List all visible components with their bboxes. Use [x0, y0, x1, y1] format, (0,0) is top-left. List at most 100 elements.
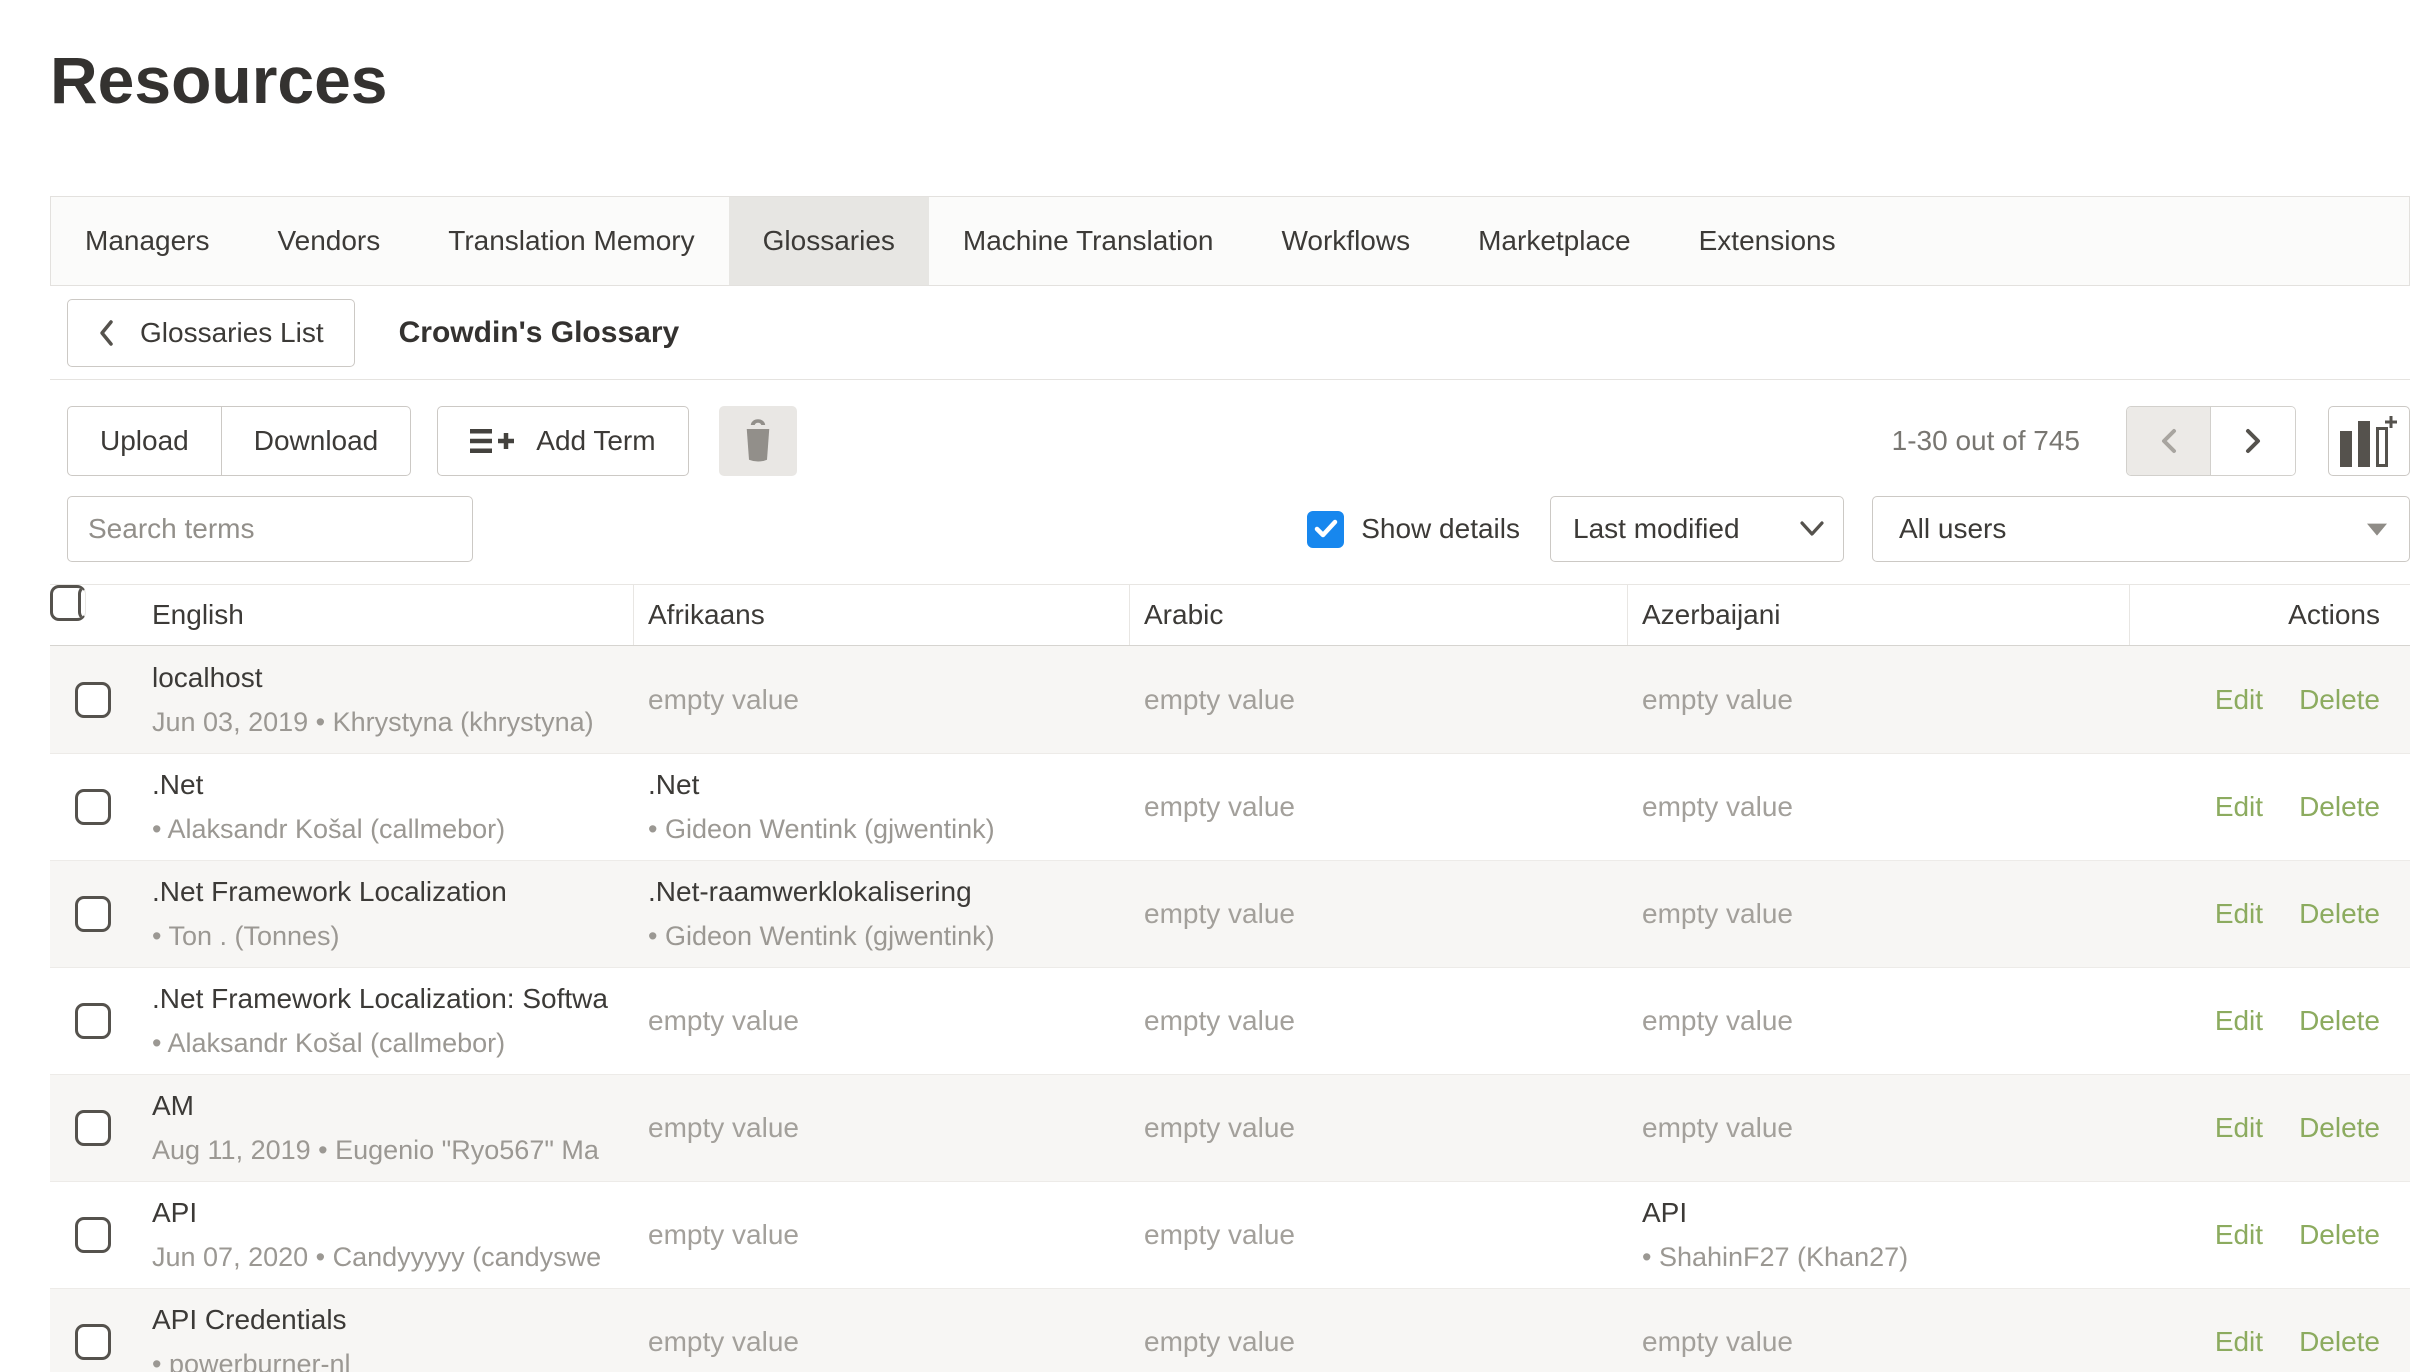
- columns-plus-icon: [2340, 415, 2398, 467]
- tab-translation-memory[interactable]: Translation Memory: [414, 197, 728, 285]
- cell-afrikaans: empty value: [634, 1289, 1130, 1372]
- sort-select[interactable]: Last modified: [1550, 496, 1844, 562]
- term-detail: Jun 07, 2020 • Candyyyyy (candyswe: [152, 1242, 618, 1273]
- manage-columns-button[interactable]: [2328, 406, 2410, 476]
- download-button[interactable]: Download: [222, 406, 412, 476]
- empty-value: empty value: [648, 1219, 1114, 1251]
- row-checkbox[interactable]: [75, 682, 111, 718]
- edit-link[interactable]: Edit: [2215, 898, 2263, 930]
- cell-english: .Net Framework Localization• Ton . (Tonn…: [138, 861, 634, 967]
- term-detail: • Gideon Wentink (gjwentink): [648, 921, 1114, 952]
- cell-actions: Edit Delete: [2130, 861, 2410, 967]
- delete-link[interactable]: Delete: [2299, 684, 2380, 716]
- cell-english: API Credentials• powerburner-nl: [138, 1289, 634, 1372]
- edit-link[interactable]: Edit: [2215, 1219, 2263, 1251]
- table-row: .Net Framework Localization: Softwa• Ala…: [50, 967, 2410, 1074]
- column-header-azerbaijani: Azerbaijani: [1628, 585, 2130, 645]
- table-row: localhostJun 03, 2019 • Khrystyna (khrys…: [50, 646, 2410, 753]
- empty-value: empty value: [648, 684, 1114, 716]
- term-text: .Net: [648, 769, 1114, 801]
- show-details-label[interactable]: Show details: [1361, 513, 1520, 545]
- page-title: Resources: [50, 42, 2410, 118]
- upload-button[interactable]: Upload: [67, 406, 222, 476]
- empty-value: empty value: [648, 1005, 1114, 1037]
- prev-page-button[interactable]: [2127, 407, 2211, 475]
- cell-afrikaans: empty value: [634, 1182, 1130, 1288]
- edit-link[interactable]: Edit: [2215, 684, 2263, 716]
- dropdown-arrow-icon: [2367, 524, 2387, 536]
- term-text: localhost: [152, 662, 618, 694]
- row-checkbox[interactable]: [75, 1217, 111, 1253]
- users-select[interactable]: All users: [1872, 496, 2410, 562]
- next-page-button[interactable]: [2211, 407, 2295, 475]
- row-checkbox[interactable]: [75, 789, 111, 825]
- term-detail: • Ton . (Tonnes): [152, 921, 618, 952]
- table-row: .Net Framework Localization• Ton . (Tonn…: [50, 860, 2410, 967]
- empty-value: empty value: [1144, 1326, 1612, 1358]
- term-detail: • ShahinF27 (Khan27): [1642, 1242, 2114, 1273]
- cell-afrikaans: .Net• Gideon Wentink (gjwentink): [634, 754, 1130, 860]
- show-details-checkbox[interactable]: [1307, 511, 1344, 548]
- empty-value: empty value: [1144, 791, 1612, 823]
- empty-value: empty value: [1642, 1005, 2114, 1037]
- delete-link[interactable]: Delete: [2299, 1326, 2380, 1358]
- edit-link[interactable]: Edit: [2215, 791, 2263, 823]
- glossaries-list-back-button[interactable]: Glossaries List: [67, 299, 355, 367]
- toolbar: Upload Download Add Term 1-3: [50, 406, 2410, 476]
- cell-english: AMAug 11, 2019 • Eugenio "Ryo567" Ma: [138, 1075, 634, 1181]
- empty-value: empty value: [1144, 898, 1612, 930]
- edit-link[interactable]: Edit: [2215, 1005, 2263, 1037]
- chevron-left-icon: [98, 319, 114, 347]
- tab-vendors[interactable]: Vendors: [244, 197, 415, 285]
- row-checkbox[interactable]: [75, 1110, 111, 1146]
- terms-table: English Afrikaans Arabic Azerbaijani Act…: [50, 584, 2410, 1372]
- empty-value: empty value: [1144, 684, 1612, 716]
- empty-value: empty value: [1642, 791, 2114, 823]
- show-details-toggle[interactable]: Show details: [1307, 511, 1520, 548]
- delete-link[interactable]: Delete: [2299, 791, 2380, 823]
- delete-terms-button[interactable]: [719, 406, 797, 476]
- tab-extensions[interactable]: Extensions: [1665, 197, 1870, 285]
- empty-value: empty value: [1642, 1326, 2114, 1358]
- cell-azerbaijani: empty value: [1628, 1075, 2130, 1181]
- cell-actions: Edit Delete: [2130, 1182, 2410, 1288]
- table-header: English Afrikaans Arabic Azerbaijani Act…: [50, 584, 2410, 646]
- empty-value: empty value: [648, 1112, 1114, 1144]
- chevron-down-icon: [1799, 521, 1825, 537]
- empty-value: empty value: [1144, 1219, 1612, 1251]
- cell-afrikaans: empty value: [634, 1075, 1130, 1181]
- chevron-left-icon: [2159, 426, 2179, 456]
- table-body: localhostJun 03, 2019 • Khrystyna (khrys…: [50, 646, 2410, 1372]
- checkmark-icon: [1314, 519, 1338, 539]
- tab-workflows[interactable]: Workflows: [1247, 197, 1444, 285]
- term-text: API: [152, 1197, 618, 1229]
- tab-managers[interactable]: Managers: [51, 197, 244, 285]
- edit-link[interactable]: Edit: [2215, 1326, 2263, 1358]
- delete-link[interactable]: Delete: [2299, 1005, 2380, 1037]
- term-text: API: [1642, 1197, 2114, 1229]
- sort-select-value: Last modified: [1573, 513, 1740, 545]
- cell-arabic: empty value: [1130, 968, 1628, 1074]
- delete-link[interactable]: Delete: [2299, 1219, 2380, 1251]
- row-checkbox[interactable]: [75, 1324, 111, 1360]
- add-term-button[interactable]: Add Term: [437, 406, 688, 476]
- delete-link[interactable]: Delete: [2299, 1112, 2380, 1144]
- trash-icon: [740, 419, 776, 463]
- tab-marketplace[interactable]: Marketplace: [1444, 197, 1665, 285]
- empty-value: empty value: [1642, 1112, 2114, 1144]
- row-checkbox[interactable]: [75, 1003, 111, 1039]
- cell-arabic: empty value: [1130, 1182, 1628, 1288]
- delete-link[interactable]: Delete: [2299, 898, 2380, 930]
- cell-actions: Edit Delete: [2130, 1075, 2410, 1181]
- search-input[interactable]: [67, 496, 473, 562]
- tab-machine-translation[interactable]: Machine Translation: [929, 197, 1248, 285]
- select-all-checkbox[interactable]: [78, 585, 86, 621]
- tab-glossaries[interactable]: Glossaries: [729, 197, 929, 285]
- edit-link[interactable]: Edit: [2215, 1112, 2263, 1144]
- glossary-title: Crowdin's Glossary: [399, 316, 680, 350]
- empty-value: empty value: [1144, 1112, 1612, 1144]
- row-checkbox[interactable]: [75, 896, 111, 932]
- term-text: AM: [152, 1090, 618, 1122]
- cell-azerbaijani: empty value: [1628, 1289, 2130, 1372]
- cell-azerbaijani: empty value: [1628, 968, 2130, 1074]
